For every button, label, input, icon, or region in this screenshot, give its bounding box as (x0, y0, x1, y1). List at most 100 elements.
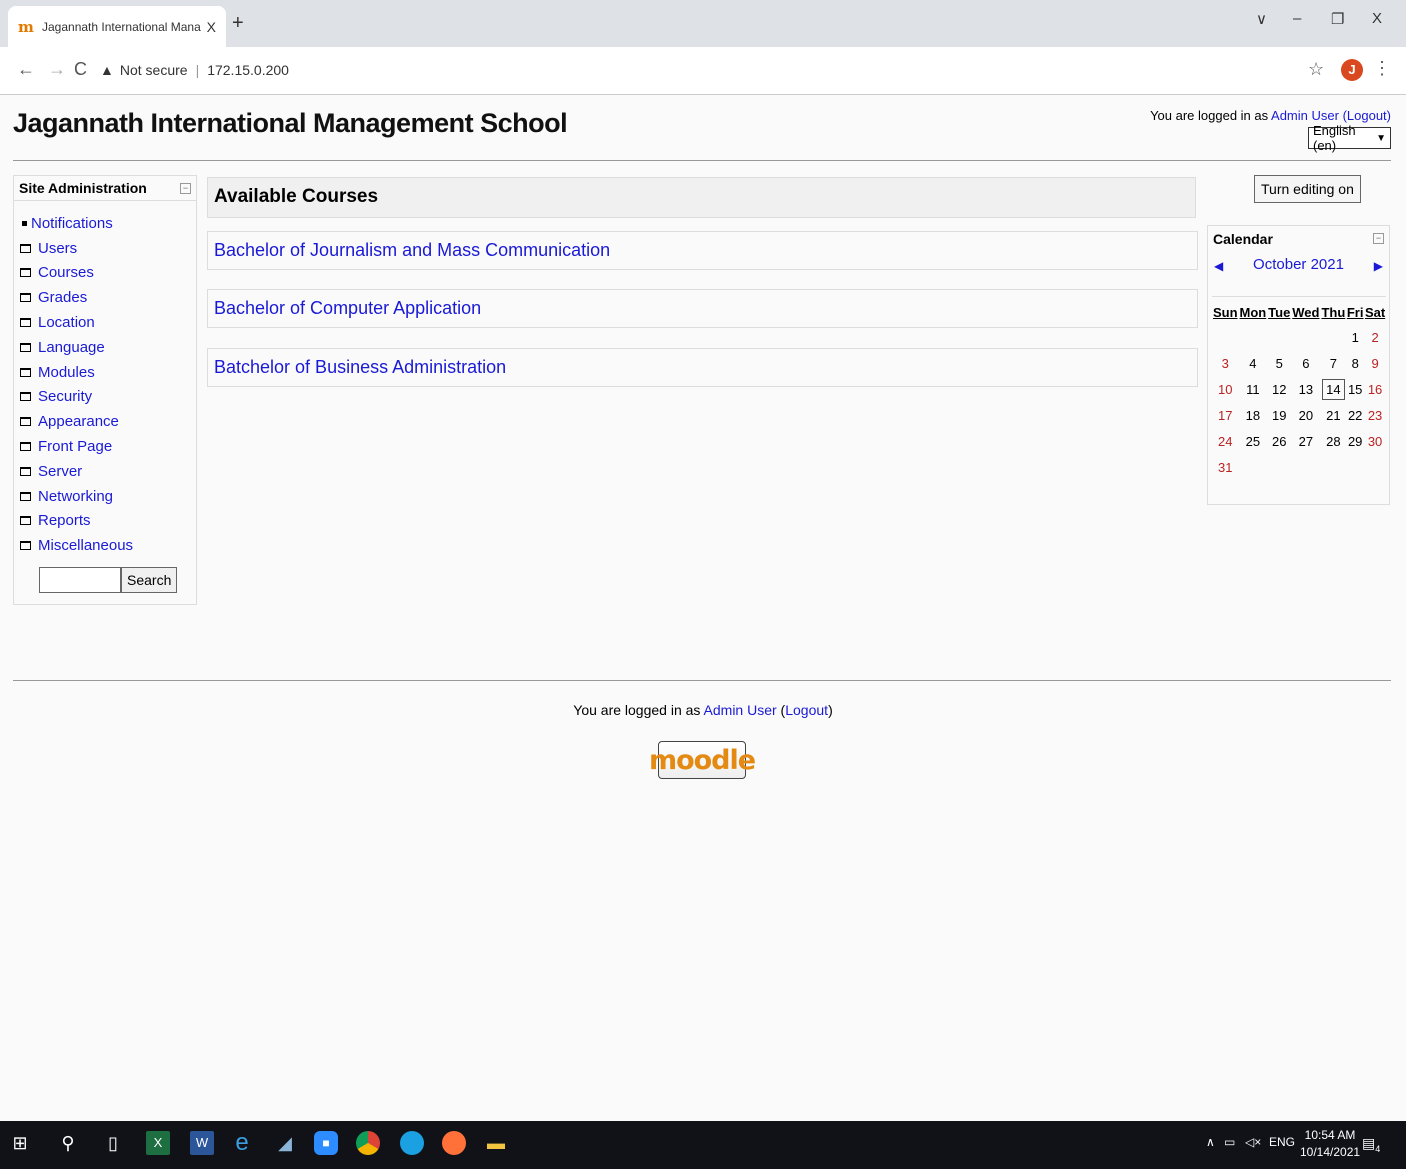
app-icon[interactable]: ◢ (273, 1131, 297, 1155)
bookmark-star-icon[interactable]: ☆ (1308, 59, 1324, 80)
admin-item-networking[interactable]: Networking (19, 484, 196, 509)
admin-item-server[interactable]: Server (19, 459, 196, 484)
login-prefix: You are logged in as (1150, 108, 1272, 123)
calendar-day-number: 28 (1326, 434, 1341, 449)
calendar-month[interactable]: October 2021 (1208, 256, 1389, 273)
calendar-day (1291, 455, 1320, 481)
zoom-icon[interactable]: ■ (314, 1131, 338, 1155)
calendar-day: 16 (1364, 377, 1386, 403)
admin-item-front-page[interactable]: Front Page (19, 434, 196, 459)
admin-item-miscellaneous[interactable]: Miscellaneous (19, 533, 196, 558)
folder-icon (20, 392, 31, 402)
firefox-icon[interactable] (442, 1131, 466, 1155)
admin-item-label[interactable]: Appearance (38, 413, 119, 430)
admin-item-location[interactable]: Location (19, 310, 196, 335)
browser-menu-icon[interactable]: ⋮ (1373, 58, 1391, 79)
file-explorer-icon[interactable]: ▬ (484, 1131, 508, 1155)
calendar-day-number: 1 (1351, 330, 1359, 345)
course-link[interactable]: Batchelor of Business Administration (214, 357, 506, 377)
admin-item-label[interactable]: Security (38, 388, 92, 405)
language-indicator[interactable]: ENG (1269, 1135, 1295, 1149)
system-clock[interactable]: 10:54 AM 10/14/2021 (1300, 1127, 1360, 1161)
internet-explorer-icon[interactable]: e (230, 1131, 254, 1155)
admin-item-label[interactable]: Reports (38, 512, 91, 529)
admin-item-label[interactable]: Courses (38, 264, 94, 281)
admin-item-grades[interactable]: Grades (19, 285, 196, 310)
admin-item-label[interactable]: Miscellaneous (38, 537, 133, 554)
tab-title: Jagannath International Manage (42, 19, 201, 34)
notification-center-icon[interactable]: ▤4 (1362, 1135, 1380, 1154)
folder-icon (20, 318, 31, 328)
tab-close-icon[interactable]: X (207, 19, 216, 35)
site-administration-block: Site Administration − Notifications Users… (13, 175, 197, 605)
admin-search-input[interactable] (39, 567, 121, 593)
address-bar: ← → C ▲ Not secure | 172.15.0.200 ☆ J ⋮ (0, 47, 1406, 95)
footer-user-link[interactable]: Admin User (704, 702, 777, 718)
admin-item-label[interactable]: Notifications (31, 215, 113, 232)
admin-item-security[interactable]: Security (19, 385, 196, 410)
edge-icon[interactable] (400, 1131, 424, 1155)
network-icon[interactable]: ▭ (1224, 1135, 1235, 1149)
weekday-label: Fri (1346, 305, 1364, 321)
admin-item-label[interactable]: Networking (38, 488, 113, 505)
search-icon[interactable]: ⚲ (56, 1131, 80, 1155)
admin-item-courses[interactable]: Courses (19, 261, 196, 286)
calendar-title: Calendar (1213, 230, 1273, 247)
admin-search-button[interactable]: Search (121, 567, 178, 593)
logout-link[interactable]: (Logout) (1343, 108, 1391, 123)
next-month-icon[interactable]: ▶ (1374, 259, 1383, 273)
calendar-day-number: 4 (1249, 356, 1257, 371)
excel-icon[interactable]: X (146, 1131, 170, 1155)
admin-item-label[interactable]: Users (38, 240, 77, 257)
restore-button[interactable]: ❐ (1331, 10, 1344, 28)
course-link[interactable]: Bachelor of Computer Application (214, 298, 481, 318)
login-info: You are logged in as Admin User (Logout) (1150, 108, 1391, 123)
url-text: 172.15.0.200 (207, 62, 289, 78)
url-field[interactable]: ▲ Not secure | 172.15.0.200 (100, 55, 289, 85)
admin-item-label[interactable]: Location (38, 314, 95, 331)
admin-item-label[interactable]: Grades (38, 289, 87, 306)
bullet-icon (22, 220, 27, 226)
minimize-button[interactable]: – (1293, 10, 1301, 27)
notification-count: 4 (1375, 1143, 1381, 1154)
moodle-logo[interactable]: moodle (649, 741, 756, 779)
collapse-icon[interactable]: − (1373, 233, 1384, 244)
admin-item-label[interactable]: Front Page (38, 438, 112, 455)
task-view-icon[interactable]: ▯ (101, 1131, 125, 1155)
calendar-day-number: 17 (1218, 408, 1233, 423)
course-link[interactable]: Bachelor of Journalism and Mass Communic… (214, 240, 610, 260)
reload-icon[interactable]: C (74, 59, 87, 80)
user-name-link[interactable]: Admin User (1271, 108, 1339, 123)
calendar-day-number: 30 (1367, 434, 1383, 449)
tab-search-icon[interactable]: ∨ (1256, 10, 1267, 28)
admin-item-label[interactable]: Language (38, 339, 105, 356)
calendar-today: 14 (1322, 379, 1345, 400)
weekday-label: Mon (1239, 305, 1267, 321)
admin-item-users[interactable]: Users (19, 236, 196, 261)
windows-start-icon[interactable]: ⊞ (8, 1131, 32, 1155)
admin-item-label[interactable]: Modules (38, 364, 95, 381)
collapse-icon[interactable]: − (180, 182, 191, 194)
back-arrow-icon[interactable]: ← (17, 59, 35, 80)
word-icon[interactable]: W (190, 1131, 214, 1155)
admin-item-modules[interactable]: Modules (19, 360, 196, 385)
admin-item-appearance[interactable]: Appearance (19, 409, 196, 434)
browser-tab[interactable]: m Jagannath International Manage X (8, 6, 226, 47)
close-window-button[interactable]: X (1372, 10, 1382, 27)
admin-item-notifications[interactable]: Notifications (19, 211, 196, 236)
volume-muted-icon[interactable]: ◁× (1245, 1135, 1261, 1149)
browser-tab-bar: m Jagannath International Manage X + ∨ –… (0, 0, 1406, 47)
chrome-icon[interactable] (356, 1131, 380, 1155)
new-tab-button[interactable]: + (232, 12, 244, 35)
admin-item-label[interactable]: Server (38, 463, 82, 480)
language-select[interactable]: English (en) ▼ (1308, 123, 1391, 153)
profile-avatar[interactable]: J (1341, 59, 1363, 81)
calendar-day-number: 5 (1275, 356, 1283, 371)
admin-item-language[interactable]: Language (19, 335, 196, 360)
footer-logout-link[interactable]: Logout (785, 702, 828, 718)
tray-chevron-icon[interactable]: ∧ (1206, 1135, 1215, 1149)
calendar-day: 11 (1238, 377, 1267, 403)
turn-editing-on-button[interactable]: Turn editing on (1254, 175, 1361, 203)
admin-item-reports[interactable]: Reports (19, 509, 196, 534)
forward-arrow-icon[interactable]: → (48, 59, 66, 80)
